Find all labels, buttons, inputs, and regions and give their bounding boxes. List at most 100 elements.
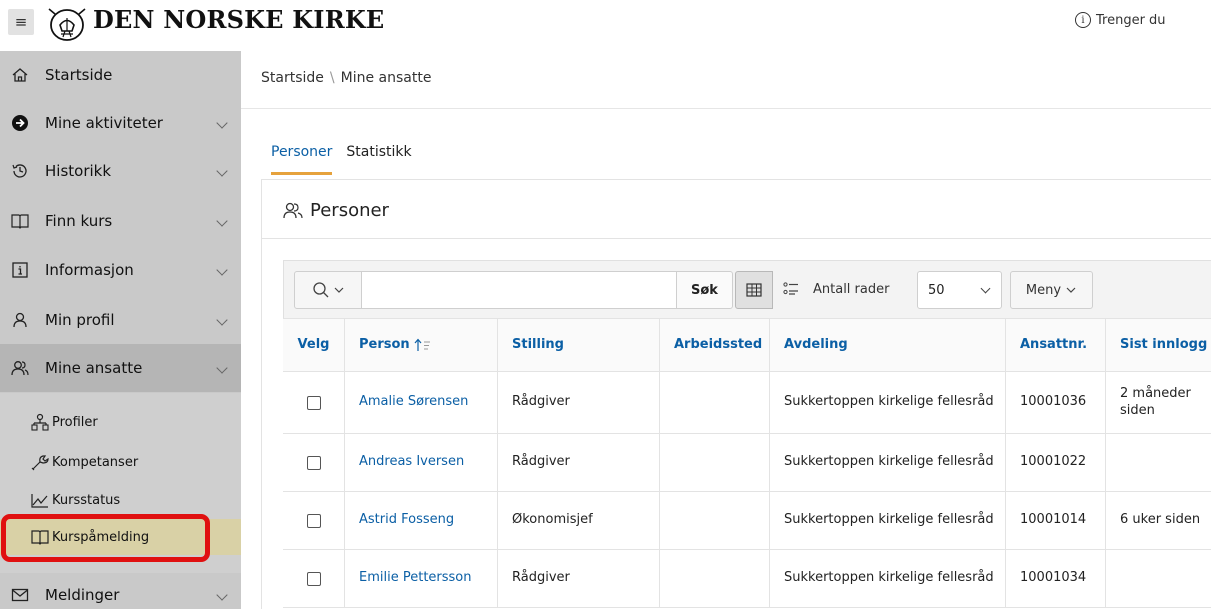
- users-icon: [283, 202, 303, 218]
- sidebar-item-finn-kurs[interactable]: Finn kurs: [0, 197, 241, 245]
- sidebar-item-meldinger[interactable]: Meldinger: [0, 571, 241, 609]
- search-column-button[interactable]: [294, 271, 362, 309]
- sist-innlogget-cell: [1106, 550, 1211, 607]
- hamburger-icon: ≡: [14, 13, 28, 31]
- tab-statistikk[interactable]: Statistikk: [346, 144, 411, 175]
- avdeling-cell: Sukkertoppen kirkelige fellesråd: [770, 372, 1006, 433]
- sist-innlogget-cell: 6 uker siden: [1120, 512, 1201, 528]
- panel-title-text: Personer: [310, 200, 389, 221]
- help-link[interactable]: i Trenger du: [1075, 12, 1166, 28]
- chevron-down-icon: [216, 264, 228, 276]
- stilling-cell: Rådgiver: [498, 372, 660, 433]
- sist-innlogget-cell: [1106, 434, 1211, 491]
- column-header-sist-innlogget[interactable]: Sist innlogg: [1106, 319, 1211, 371]
- sidebar-item-label: Historikk: [45, 162, 112, 180]
- column-header-velg[interactable]: Velg: [283, 319, 345, 371]
- rows-per-page-select[interactable]: 50: [917, 271, 1002, 309]
- ansattnr-cell: 10001014: [1006, 492, 1106, 549]
- chevron-down-icon: [216, 362, 228, 374]
- list-view-button[interactable]: [773, 271, 809, 309]
- sidebar-item-mine-ansatte[interactable]: Mine ansatte: [0, 344, 241, 392]
- breadcrumb: Startside \ Mine ansatte: [261, 70, 431, 86]
- column-header-avdeling[interactable]: Avdeling: [770, 319, 1006, 371]
- person-cell: Andreas Iversen: [345, 434, 498, 491]
- tab-bar: Personer Statistikk: [271, 144, 412, 175]
- grid-view-button[interactable]: [735, 271, 773, 309]
- select-cell: [283, 550, 345, 607]
- arrow-circle-icon: [10, 113, 30, 133]
- sidebar-subitem-kompetanser[interactable]: Kompetanser: [0, 444, 241, 480]
- column-header-stilling[interactable]: Stilling: [498, 319, 660, 371]
- select-cell: [283, 492, 345, 549]
- search-icon: [313, 282, 329, 298]
- ansattnr-cell: 10001022: [1006, 434, 1106, 491]
- hamburger-menu-button[interactable]: ≡: [8, 9, 34, 35]
- sidebar-item-min-profil[interactable]: Min profil: [0, 296, 241, 344]
- chevron-down-icon: [1066, 287, 1076, 293]
- chevron-down-icon: [216, 117, 228, 129]
- column-header-arbeidssted[interactable]: Arbeidssted: [660, 319, 770, 371]
- mail-icon: [10, 585, 30, 605]
- sidebar-subitem-kursstatus[interactable]: Kursstatus: [0, 482, 241, 518]
- sidebar-subitem-profiler[interactable]: Profiler: [0, 404, 241, 440]
- sidebar-item-label: Mine ansatte: [45, 359, 143, 377]
- stilling-cell: Økonomisjef: [498, 492, 660, 549]
- row-checkbox[interactable]: [306, 395, 321, 410]
- person-cell: Amalie Sørensen: [345, 372, 498, 433]
- person-cell: Emilie Pettersson: [345, 550, 498, 607]
- ansattnr-cell: 10001034: [1006, 550, 1106, 607]
- panel-title: Personer: [282, 200, 389, 221]
- org-chart-icon: [30, 412, 50, 432]
- search-input[interactable]: [361, 271, 677, 309]
- breadcrumb-separator: \: [329, 70, 335, 86]
- arbeidssted-cell: [660, 372, 770, 433]
- avdeling-cell: Sukkertoppen kirkelige fellesråd: [770, 492, 1006, 549]
- person-cell: Astrid Fosseng: [345, 492, 498, 549]
- row-checkbox[interactable]: [306, 455, 321, 470]
- church-logo-icon: [48, 8, 86, 41]
- wrench-icon: [30, 452, 50, 472]
- sidebar-item-historikk[interactable]: Historikk: [0, 147, 241, 195]
- person-link[interactable]: Amalie Sørensen: [359, 394, 468, 411]
- chevron-down-icon: [216, 589, 228, 601]
- info-circle-icon: i: [1075, 12, 1091, 28]
- stilling-cell: Rådgiver: [498, 550, 660, 607]
- arbeidssted-cell: [660, 434, 770, 491]
- list-view-icon: [783, 282, 798, 295]
- sidebar-item-startside[interactable]: Startside: [0, 51, 241, 99]
- arbeidssted-cell: [660, 550, 770, 607]
- rows-per-page-value: 50: [928, 282, 945, 298]
- rows-per-page-label: Antall rader: [813, 282, 890, 297]
- sidebar-item-mine-aktiviteter[interactable]: Mine aktiviteter: [0, 99, 241, 147]
- book-icon: [10, 211, 30, 231]
- table-row: Astrid Fosseng Økonomisjef Sukkertoppen …: [283, 492, 1211, 550]
- person-link[interactable]: Andreas Iversen: [359, 454, 464, 471]
- select-cell: [283, 434, 345, 491]
- row-checkbox[interactable]: [306, 571, 321, 586]
- help-label: Trenger du: [1096, 12, 1166, 28]
- breadcrumb-current: Mine ansatte: [340, 70, 432, 86]
- table-row: Emilie Pettersson Rådgiver Sukkertoppen …: [283, 550, 1211, 608]
- column-header-ansattnr[interactable]: Ansattnr.: [1006, 319, 1106, 371]
- person-link[interactable]: Astrid Fosseng: [359, 512, 454, 529]
- arbeidssted-cell: [660, 492, 770, 549]
- sidebar-item-label: Min profil: [45, 311, 115, 329]
- chevron-down-icon: [980, 283, 991, 294]
- sidebar-item-label: Startside: [45, 66, 113, 84]
- sidebar-subitem-label: Kompetanser: [52, 454, 139, 470]
- search-button[interactable]: Søk: [676, 271, 733, 309]
- column-header-person[interactable]: Person: [345, 319, 498, 371]
- chevron-down-icon: [334, 287, 344, 293]
- sidebar-item-informasjon[interactable]: Informasjon: [0, 246, 241, 294]
- divider: [262, 238, 1211, 239]
- info-icon: [10, 260, 30, 280]
- breadcrumb-root-link[interactable]: Startside: [261, 70, 324, 86]
- tab-personer[interactable]: Personer: [271, 144, 333, 175]
- person-link[interactable]: Emilie Pettersson: [359, 570, 472, 587]
- avdeling-cell: Sukkertoppen kirkelige fellesråd: [770, 434, 1006, 491]
- row-checkbox[interactable]: [306, 513, 321, 528]
- line-chart-icon: [30, 490, 50, 510]
- actions-menu-button[interactable]: Meny: [1010, 271, 1093, 309]
- stilling-cell: Rådgiver: [498, 434, 660, 491]
- sidebar-item-label: Meldinger: [45, 586, 120, 604]
